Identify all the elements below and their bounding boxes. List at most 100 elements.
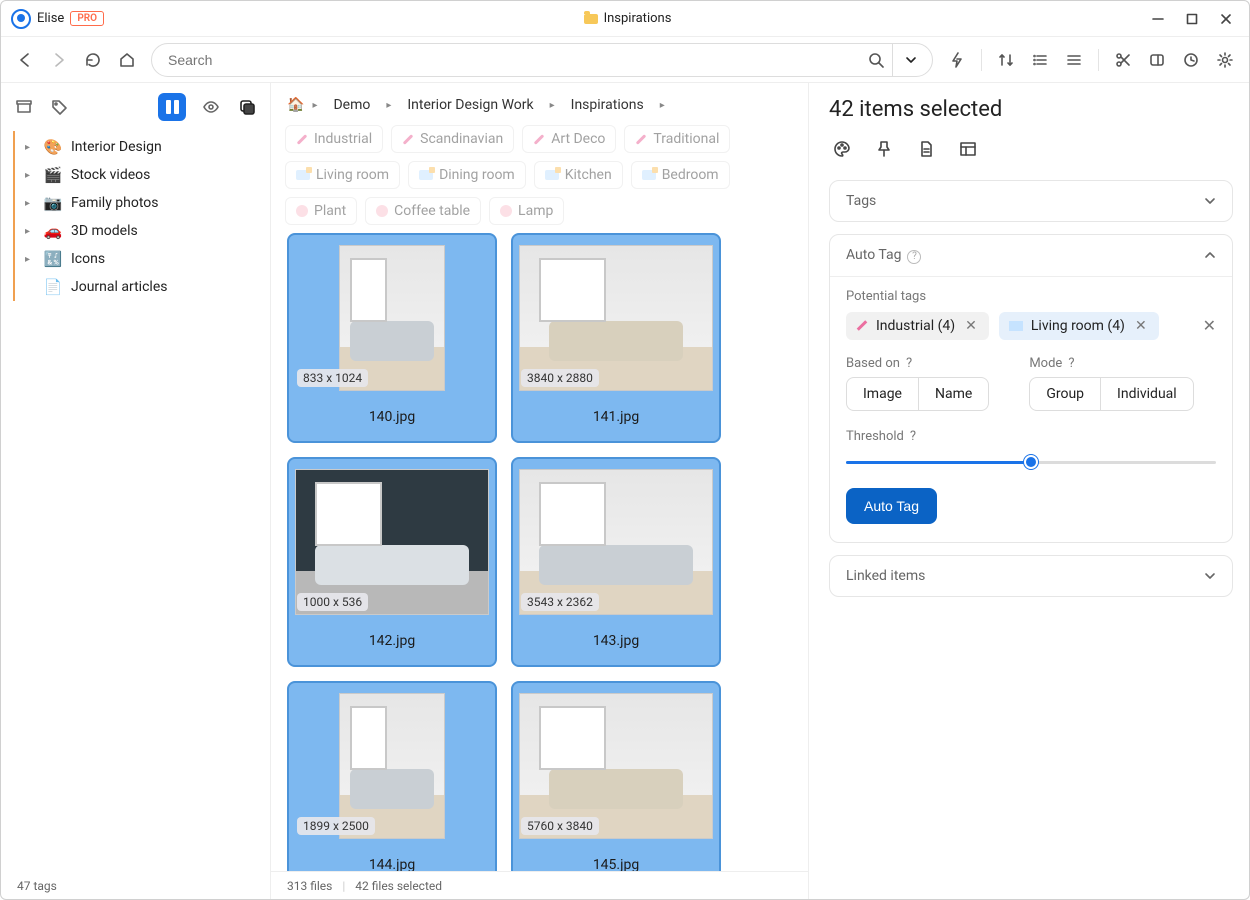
filter-dining-room[interactable]: Dining room [408, 161, 526, 189]
home-button[interactable] [117, 50, 137, 70]
filter-lamp[interactable]: Lamp [489, 197, 564, 225]
mode-toggle[interactable]: Group Individual [1029, 377, 1193, 411]
refresh-button[interactable] [83, 50, 103, 70]
filter-scandinavian[interactable]: Scandinavian [391, 125, 514, 153]
potential-tags-label: Potential tags [846, 289, 1216, 304]
separator [981, 49, 982, 71]
image-dimensions: 3543 x 2362 [521, 593, 599, 611]
layers-icon[interactable] [236, 96, 258, 118]
image-dimensions: 3840 x 2880 [521, 369, 599, 387]
close-button[interactable] [1219, 12, 1233, 26]
panel-pin-icon[interactable] [875, 140, 893, 162]
scissors-icon[interactable] [1113, 50, 1133, 70]
linked-items-header[interactable]: Linked items [830, 556, 1232, 596]
crumb-demo[interactable]: Demo [325, 93, 378, 117]
filter-industrial[interactable]: Industrial [285, 125, 383, 153]
lines-icon[interactable] [1064, 50, 1084, 70]
content-row: ▸🎨Interior Design ▸🎬Stock videos ▸📷Famil… [1, 83, 1249, 899]
tree-item-interior-design[interactable]: ▸🎨Interior Design [15, 133, 270, 161]
search-icon[interactable] [866, 50, 886, 70]
user-avatar[interactable] [11, 9, 31, 29]
titlebar: Elise PRO Inspirations [1, 1, 1249, 37]
maximize-button[interactable] [1185, 12, 1199, 26]
filter-tags: Industrial Scandinavian Art Deco Traditi… [271, 125, 808, 233]
filter-bedroom[interactable]: Bedroom [631, 161, 730, 189]
sidebar: ▸🎨Interior Design ▸🎬Stock videos ▸📷Famil… [1, 83, 271, 899]
panel-icon[interactable] [1147, 50, 1167, 70]
status-files: 313 files [287, 879, 332, 893]
potential-tag-living-room[interactable]: Living room (4) ✕ [999, 312, 1159, 340]
gallery-card[interactable]: 1000 x 536142.jpg [287, 457, 497, 667]
potential-tag-industrial[interactable]: Industrial (4) ✕ [846, 312, 989, 340]
folder-tree: ▸🎨Interior Design ▸🎬Stock videos ▸📷Famil… [13, 131, 270, 301]
based-on-toggle[interactable]: Image Name [846, 377, 989, 411]
filter-traditional[interactable]: Traditional [624, 125, 730, 153]
nav-back-button[interactable] [15, 50, 35, 70]
settings-icon[interactable] [1215, 50, 1235, 70]
based-on-label: Based on? [846, 356, 989, 371]
home-crumb-icon[interactable]: 🏠 [287, 97, 304, 113]
tree-item-family-photos[interactable]: ▸📷Family photos [15, 189, 270, 217]
gallery-card[interactable]: 1899 x 2500144.jpg [287, 681, 497, 871]
remove-tag-icon[interactable]: ✕ [963, 318, 979, 334]
image-filename: 142.jpg [369, 633, 415, 649]
auto-tag-button[interactable]: Auto Tag [846, 488, 937, 524]
tags-header[interactable]: Tags [830, 181, 1232, 221]
help-icon[interactable]: ? [910, 429, 916, 444]
linked-items-section: Linked items [829, 555, 1233, 597]
filter-coffee-table[interactable]: Coffee table [365, 197, 481, 225]
gallery-card[interactable]: 833 x 1024140.jpg [287, 233, 497, 443]
filter-kitchen[interactable]: Kitchen [534, 161, 623, 189]
gallery-card[interactable]: 3840 x 2880141.jpg [511, 233, 721, 443]
search-box[interactable] [151, 43, 933, 77]
panel-palette-icon[interactable] [833, 140, 851, 162]
filter-art-deco[interactable]: Art Deco [522, 125, 616, 153]
image-dimensions: 1899 x 2500 [297, 817, 375, 835]
filter-living-room[interactable]: Living room [285, 161, 400, 189]
breadcrumbs: 🏠▸ Demo▸ Interior Design Work▸ Inspirati… [271, 83, 808, 125]
history-icon[interactable] [1181, 50, 1201, 70]
gallery-card[interactable]: 3543 x 2362143.jpg [511, 457, 721, 667]
minimize-button[interactable] [1151, 12, 1165, 26]
filter-plant[interactable]: Plant [285, 197, 357, 225]
tree-item-3d-models[interactable]: ▸🚗3D models [15, 217, 270, 245]
sidebar-status: 47 tags [17, 879, 57, 893]
status-bar: 313 files | 42 files selected [271, 871, 808, 899]
help-icon[interactable]: ? [907, 250, 921, 264]
threshold-slider[interactable] [846, 452, 1216, 472]
crumb-inspirations[interactable]: Inspirations [563, 93, 652, 117]
chevron-down-icon [1204, 570, 1216, 582]
panel-table-icon[interactable] [959, 140, 977, 162]
pro-badge: PRO [70, 11, 104, 26]
nav-forward-button[interactable] [49, 50, 69, 70]
search-input[interactable] [168, 52, 866, 68]
remove-tag-icon[interactable]: ✕ [1133, 318, 1149, 334]
gallery-card[interactable]: 5760 x 3840145.jpg [511, 681, 721, 871]
tree-item-stock-videos[interactable]: ▸🎬Stock videos [15, 161, 270, 189]
panel-doc-icon[interactable] [917, 140, 935, 162]
bolt-icon[interactable] [947, 50, 967, 70]
help-icon[interactable]: ? [1068, 356, 1074, 371]
image-dimensions: 833 x 1024 [297, 369, 368, 387]
tag-icon[interactable] [49, 96, 71, 118]
details-panel: 42 items selected Tags Auto Tag? Potenti… [809, 83, 1249, 899]
list-icon[interactable] [1030, 50, 1050, 70]
help-icon[interactable]: ? [906, 356, 912, 371]
clear-potential-tags[interactable]: ✕ [1203, 316, 1216, 335]
archive-icon[interactable] [13, 96, 35, 118]
sort-icon[interactable] [996, 50, 1016, 70]
search-dropdown[interactable] [892, 44, 928, 76]
gallery[interactable]: 833 x 1024140.jpg3840 x 2880141.jpg1000 … [271, 233, 808, 871]
image-dimensions: 5760 x 3840 [521, 817, 599, 835]
main-area: 🏠▸ Demo▸ Interior Design Work▸ Inspirati… [271, 83, 809, 899]
view-columns-button[interactable] [158, 93, 186, 121]
panel-title: 42 items selected [829, 97, 1233, 122]
tree-item-journal-articles[interactable]: ▸📄Journal articles [15, 273, 270, 301]
tree-item-icons[interactable]: ▸🔣Icons [15, 245, 270, 273]
auto-tag-section: Auto Tag? Potential tags Industrial (4) … [829, 234, 1233, 543]
auto-tag-header[interactable]: Auto Tag? [830, 235, 1232, 276]
eye-icon[interactable] [200, 96, 222, 118]
separator [1098, 49, 1099, 71]
crumb-interior-design-work[interactable]: Interior Design Work [399, 93, 541, 117]
window-title: Inspirations [604, 11, 672, 26]
